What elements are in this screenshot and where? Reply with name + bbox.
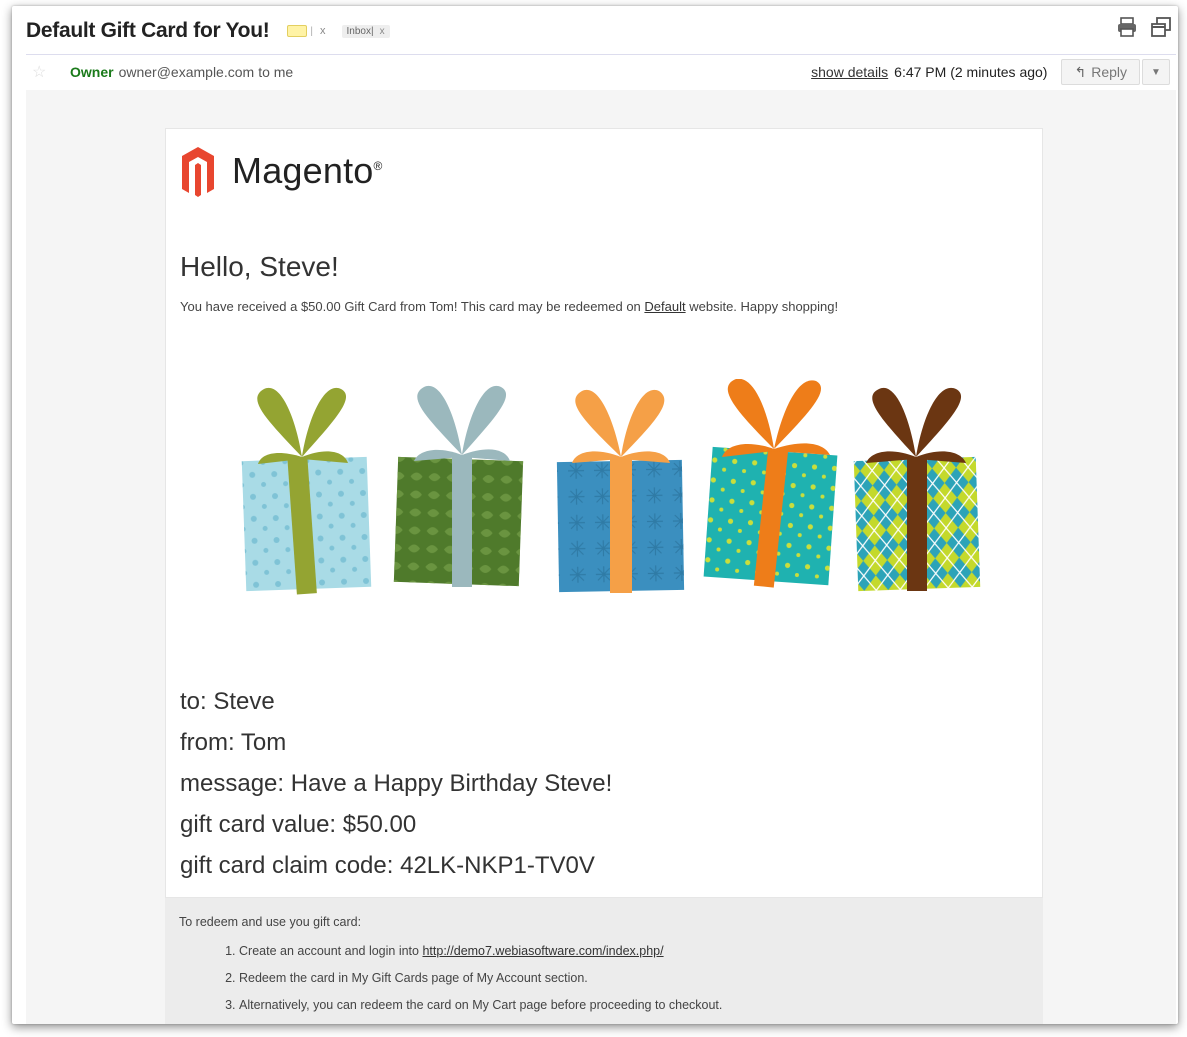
inbox-label-chip[interactable]: Inbox | x [341, 24, 390, 38]
store-link[interactable]: http://demo7.webiasoftware.com/index.php… [422, 944, 663, 958]
detail-to: to: Steve [180, 688, 275, 715]
star-icon[interactable]: ☆ [32, 62, 62, 82]
more-options-button[interactable]: ▼ [1142, 59, 1170, 85]
email-window: Default Gift Card for You! | x Inbox | x… [12, 6, 1178, 1024]
gift-box-1 [241, 387, 372, 595]
gift-boxes-illustration [241, 379, 981, 595]
redeem-instructions: To redeem and use you gift card: Create … [165, 898, 1043, 1024]
magento-logo: Magento® [180, 145, 383, 197]
reply-button[interactable]: ↰ Reply [1061, 59, 1140, 85]
email-content-card: Magento® Hello, Steve! You have received… [165, 128, 1043, 898]
inbox-label: Inbox [346, 25, 371, 37]
redeem-step-2: Redeem the card in My Gift Cards page of… [239, 965, 722, 992]
email-subject: Default Gift Card for You! [26, 19, 270, 42]
redeem-step-3: Alternatively, you can redeem the card o… [239, 992, 722, 1019]
gift-card-details: to: Steve from: Tom message: Have a Happ… [180, 681, 612, 886]
label-tag-icon [287, 25, 308, 37]
subject-row: Default Gift Card for You! | x Inbox | x [26, 16, 1178, 46]
magento-logo-icon [182, 147, 214, 197]
gift-box-2 [393, 385, 524, 587]
detail-value: gift card value: $50.00 [180, 811, 417, 838]
show-details-link[interactable]: show details [811, 64, 888, 80]
reply-label: Reply [1091, 64, 1127, 80]
recipient-text: to me [258, 63, 294, 80]
gift-box-3 [556, 389, 685, 593]
gift-box-5 [853, 387, 981, 592]
detail-from: from: Tom [180, 729, 287, 756]
remove-label-button[interactable]: x [320, 25, 326, 37]
sender-actions: show details 6:47 PM (2 minutes ago) ↰ R… [811, 55, 1170, 89]
new-window-icon[interactable] [1150, 16, 1172, 44]
sent-time: 6:47 PM (2 minutes ago) [894, 64, 1048, 80]
gift-box-4 [703, 379, 838, 588]
sender-name[interactable]: Owner [70, 64, 114, 80]
intro-text: You have received a $50.00 Gift Card fro… [180, 299, 839, 314]
printer-icon[interactable] [1116, 16, 1138, 44]
sender-row: ☆ Owner owner@example.com to me show det… [26, 54, 1176, 88]
sender-email: owner@example.com [118, 63, 255, 80]
greeting: Hello, Steve! [180, 251, 339, 282]
redeem-steps: Create an account and login into http://… [219, 938, 722, 1019]
label-chip[interactable]: | x [287, 25, 326, 37]
brand-name: Magento [232, 150, 374, 191]
redeem-step-1: Create an account and login into http://… [239, 938, 722, 965]
registered-mark: ® [373, 159, 383, 173]
remove-inbox-label-button[interactable]: x [380, 26, 385, 37]
top-icons [1116, 16, 1172, 44]
reply-arrow-icon: ↰ [1074, 63, 1087, 80]
detail-message: message: Have a Happy Birthday Steve! [180, 770, 613, 797]
detail-claim-code: gift card claim code: 42LK-NKP1-TV0V [180, 852, 595, 879]
website-link[interactable]: Default [644, 299, 685, 314]
redeem-lead: To redeem and use you gift card: [179, 915, 362, 929]
